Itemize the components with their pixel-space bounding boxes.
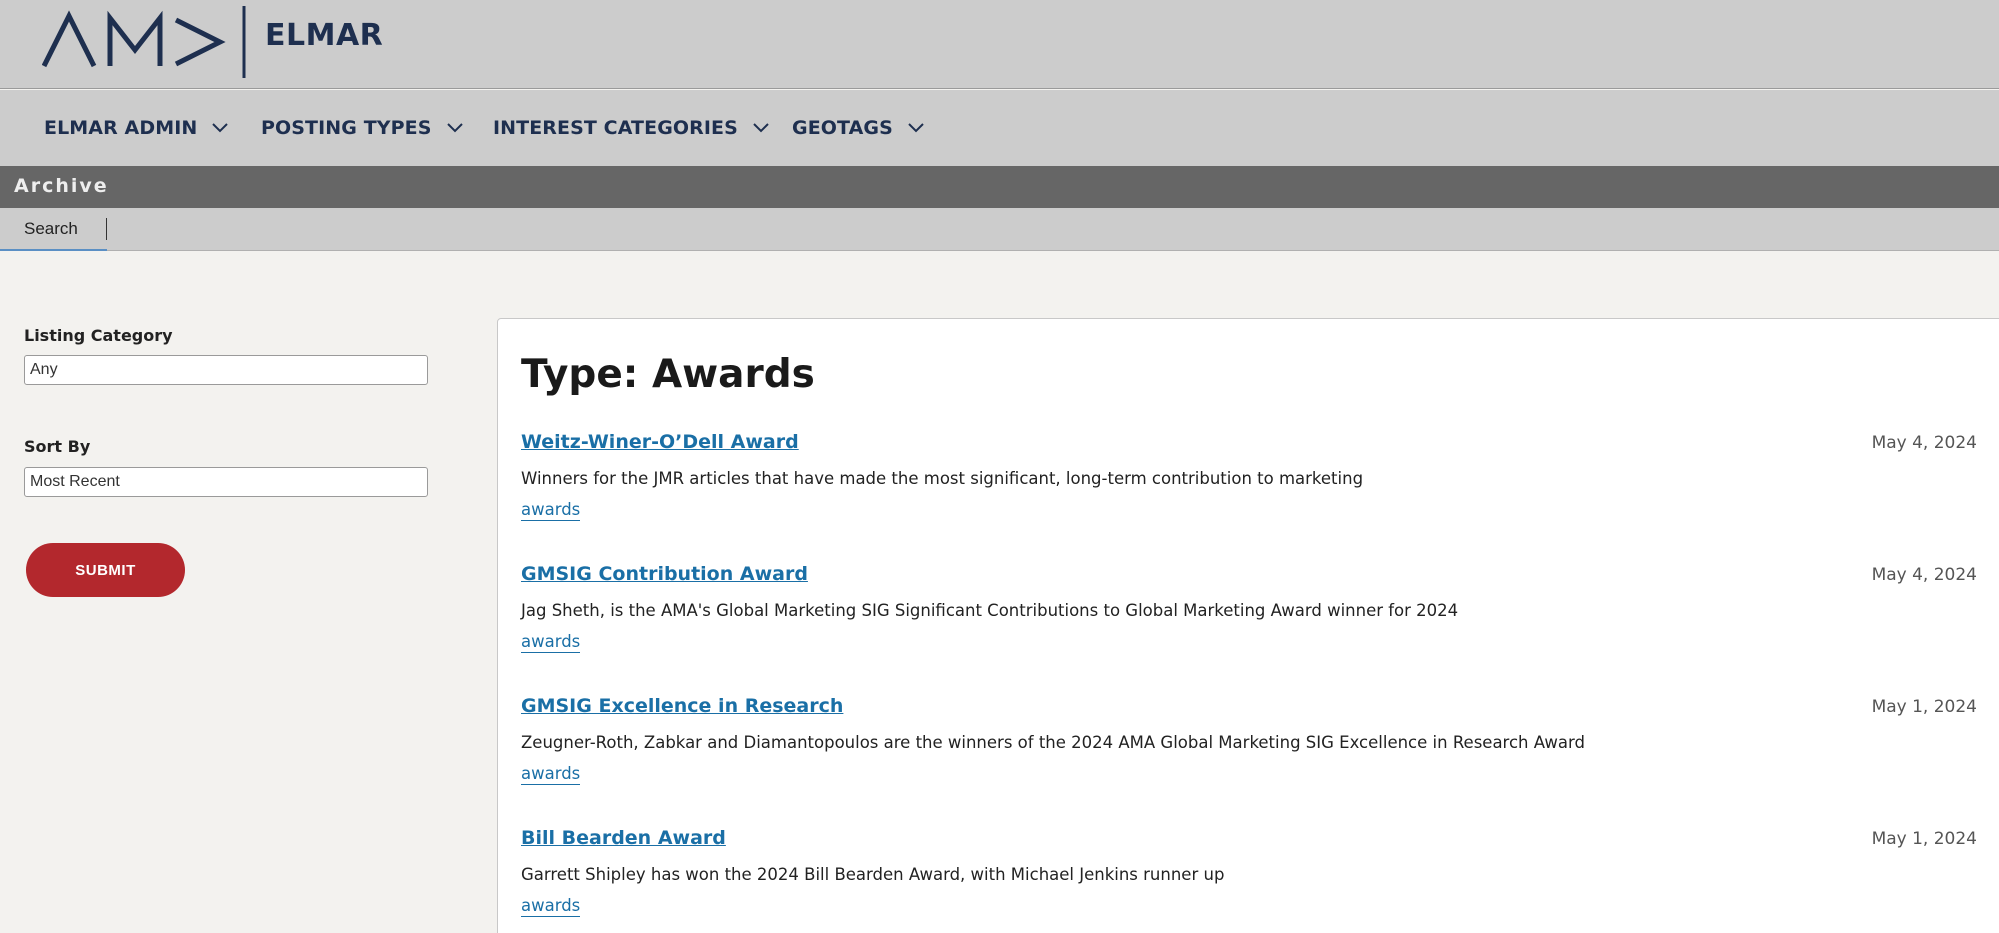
listing-description: Winners for the JMR articles that have m… xyxy=(521,469,1364,488)
nav-item-geotags[interactable]: GEOTAGS xyxy=(792,114,925,142)
listing-date: May 1, 2024 xyxy=(1871,829,1977,849)
chevron-down-icon xyxy=(753,123,769,133)
nav-item-elmar-admin[interactable]: ELMAR ADMIN xyxy=(44,114,229,142)
listing-date: May 4, 2024 xyxy=(1871,433,1977,453)
listing-description: Zeugner-Roth, Zabkar and Diamantopoulos … xyxy=(521,733,1585,752)
archive-subtabs: Search xyxy=(0,208,1999,251)
chevron-down-icon xyxy=(446,123,463,133)
listing-category-select[interactable]: Any xyxy=(24,355,428,385)
listing-date: May 1, 2024 xyxy=(1871,697,1977,717)
listing-title-link[interactable]: Bill Bearden Award xyxy=(521,827,726,849)
nav-item-label: GEOTAGS xyxy=(792,117,893,139)
listing-category-label: Listing Category xyxy=(24,326,173,345)
sort-by-label: Sort By xyxy=(24,437,91,456)
nav-item-label: ELMAR ADMIN xyxy=(44,117,198,139)
submit-button[interactable]: SUBMIT xyxy=(26,543,185,597)
tab-divider xyxy=(106,218,107,240)
listing-date: May 4, 2024 xyxy=(1871,565,1977,585)
listing-description: Jag Sheth, is the AMA's Global Marketing… xyxy=(521,601,1459,620)
nav-item-posting-types[interactable]: POSTING TYPES xyxy=(261,114,464,142)
tab-search[interactable]: Search xyxy=(0,208,107,251)
nav-item-label: POSTING TYPES xyxy=(261,117,432,139)
chevron-down-icon xyxy=(908,123,924,133)
listing-title-link[interactable]: GMSIG Contribution Award xyxy=(521,563,808,585)
top-header: ELMAR xyxy=(0,0,1999,89)
nav-item-interest-categories[interactable]: INTEREST CATEGORIES xyxy=(493,114,770,142)
tab-search-label: Search xyxy=(24,219,78,238)
nav-item-label: INTEREST CATEGORIES xyxy=(493,117,738,139)
archive-bar: Archive xyxy=(0,166,1999,208)
archive-title: Archive xyxy=(14,175,109,197)
listing-tag-link[interactable]: awards xyxy=(521,632,581,653)
listing-tag-link[interactable]: awards xyxy=(521,500,581,521)
page-title: Type: Awards xyxy=(521,352,815,397)
listing-title-link[interactable]: GMSIG Excellence in Research xyxy=(521,695,843,717)
listing-description: Garrett Shipley has won the 2024 Bill Be… xyxy=(521,865,1225,884)
chevron-down-icon xyxy=(212,123,229,133)
main-nav: ELMAR ADMIN POSTING TYPES INTEREST CATEG… xyxy=(0,90,1999,166)
listing-tag-link[interactable]: awards xyxy=(521,896,581,917)
listing-tag-link[interactable]: awards xyxy=(521,764,581,785)
sort-by-select[interactable]: Most Recent xyxy=(24,467,428,497)
logo-text: ELMAR xyxy=(265,18,384,53)
listing-title-link[interactable]: Weitz-Winer-O’Dell Award xyxy=(521,431,799,453)
